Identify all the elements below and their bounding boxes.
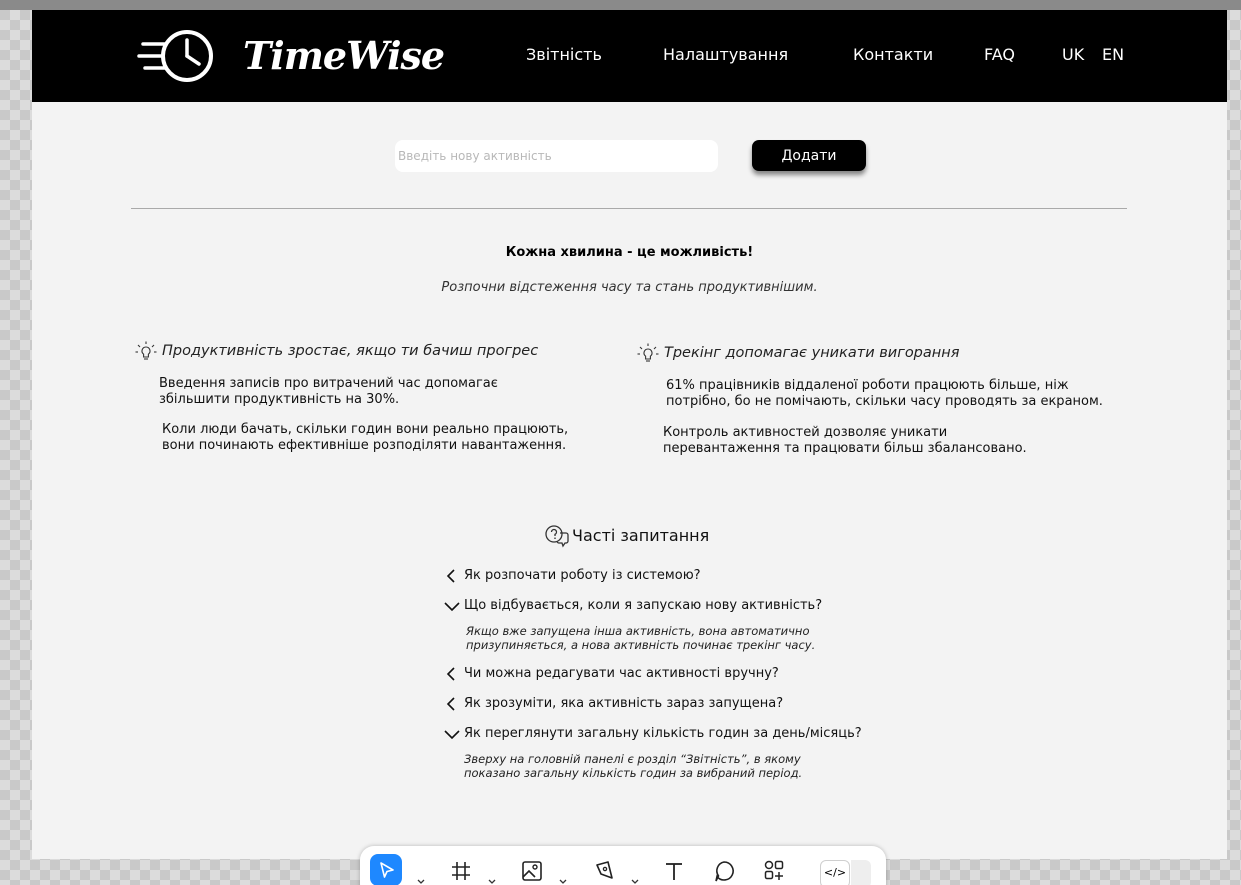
nav-faq[interactable]: FAQ: [984, 44, 1015, 66]
clock-speed-icon[interactable]: [137, 28, 219, 84]
canvas-top-strip: [0, 0, 1241, 10]
tip-line: Контроль активностей дозволяє уникати: [663, 425, 948, 440]
faq-question[interactable]: Чи можна редагувати час активності вручн…: [464, 666, 779, 681]
chevron-down-icon[interactable]: [416, 872, 426, 884]
faq-answer-line: показано загальну кількість годин за виб…: [464, 766, 803, 780]
frame-hash-icon[interactable]: [445, 854, 477, 885]
nav-contacts[interactable]: Контакти: [853, 44, 933, 66]
tip-text-burnout-2: Контроль активностей дозволяє уникати пе…: [663, 425, 1027, 457]
image-icon[interactable]: [516, 854, 548, 885]
lightbulb-icon: [135, 341, 157, 360]
new-activity-input[interactable]: [395, 140, 718, 172]
tip-line: перевантаження та працювати більш збалан…: [663, 441, 1027, 456]
lang-uk[interactable]: UK: [1062, 44, 1084, 66]
tip-line: Введення записів про витрачений час допо…: [159, 376, 498, 391]
tip-line: потрібно, бо не помічають, скільки часу …: [666, 394, 1103, 409]
tip-text-progress-2: Коли люди бачать, скільки годин вони реа…: [162, 422, 568, 454]
chevron-left-icon[interactable]: [444, 696, 460, 712]
chevron-down-icon[interactable]: [558, 872, 568, 884]
lightbulb-icon: [637, 343, 659, 362]
tip-line: вони починають ефективніше розподіляти н…: [162, 438, 567, 453]
site-header: TimeWise Звітність Налаштування Контакти…: [32, 10, 1227, 102]
chevron-down-icon[interactable]: [487, 872, 497, 884]
chat-question-icon: [545, 525, 569, 548]
faq-answer: Зверху на головній панелі є розділ “Звіт…: [464, 752, 802, 780]
chevron-left-icon[interactable]: [444, 666, 460, 682]
toolbar-extra-segment[interactable]: [851, 860, 871, 885]
tip-heading-burnout: Трекінг допомагає уникати вигорання: [664, 345, 960, 361]
chevron-down-icon[interactable]: [444, 598, 460, 614]
faq-answer: Якщо вже запущена інша активність, вона …: [466, 624, 815, 652]
subtagline: Розпочни відстеження часу та стань проду…: [441, 280, 818, 295]
chevron-down-icon[interactable]: [630, 872, 640, 884]
tip-line: збільшити продуктивність на 30%.: [159, 392, 400, 407]
section-divider: [131, 208, 1127, 209]
tip-line: Коли люди бачать, скільки годин вони реа…: [162, 422, 569, 437]
faq-title: Часті запитання: [572, 526, 710, 545]
brand-logo-text[interactable]: TimeWise: [243, 32, 445, 80]
design-toolbar: </>: [360, 846, 886, 885]
faq-question[interactable]: Як зрозуміти, яка активність зараз запущ…: [464, 696, 783, 711]
faq-question[interactable]: Що відбувається, коли я запускаю нову ак…: [464, 598, 822, 613]
faq-answer-line: Зверху на головній панелі є розділ “Звіт…: [464, 752, 801, 766]
tip-text-burnout-1: 61% працівників віддаленої роботи працюю…: [666, 378, 1103, 410]
add-activity-button[interactable]: Додати: [752, 140, 866, 171]
nav-reports[interactable]: Звітність: [526, 44, 602, 66]
code-icon: </>: [823, 866, 847, 879]
pen-icon[interactable]: [588, 854, 620, 885]
move-cursor-icon[interactable]: [370, 854, 402, 885]
lang-en[interactable]: EN: [1102, 44, 1124, 66]
faq-answer-line: Якщо вже запущена інша активність, вона …: [466, 624, 810, 638]
nav-settings[interactable]: Налаштування: [663, 44, 788, 66]
chevron-down-icon[interactable]: [444, 726, 460, 742]
tagline: Кожна хвилина - це можливість!: [505, 245, 754, 260]
text-icon[interactable]: [658, 854, 690, 885]
page-frame: TimeWise Звітність Налаштування Контакти…: [32, 10, 1227, 859]
chevron-left-icon[interactable]: [444, 568, 460, 584]
tip-text-progress-1: Введення записів про витрачений час допо…: [159, 376, 498, 408]
faq-question[interactable]: Як переглянути загальну кількість годин …: [464, 726, 862, 741]
comment-icon[interactable]: [708, 854, 740, 885]
code-view-button[interactable]: </>: [820, 860, 850, 885]
faq-question[interactable]: Як розпочати роботу із системою?: [464, 568, 701, 583]
tip-heading-progress: Продуктивність зростає, якщо ти бачиш пр…: [162, 343, 539, 359]
faq-answer-line: призупиняється, а нова активність почина…: [466, 638, 816, 652]
components-icon[interactable]: [758, 854, 790, 885]
tip-line: 61% працівників віддаленої роботи працюю…: [666, 378, 1069, 393]
